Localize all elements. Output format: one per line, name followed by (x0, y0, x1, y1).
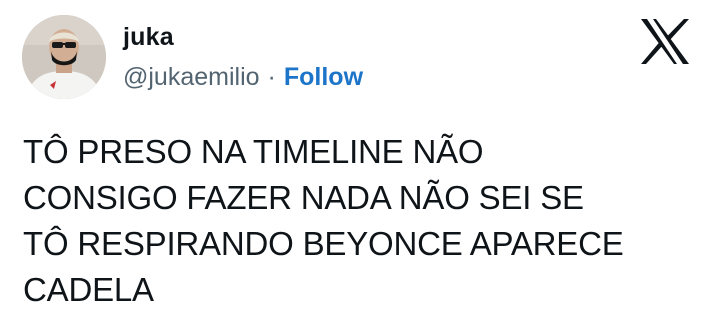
separator-dot: · (267, 63, 276, 91)
tweet-card: juka @jukaemilio · Follow TÔ PRESO NA TIME… (0, 0, 714, 333)
author-handle[interactable]: @jukaemilio (123, 63, 260, 91)
tweet-text: TÔ PRESO NA TIMELINE NÃO CONSIGO FAZER N… (23, 129, 693, 313)
tweet-text-line: CADELA (23, 271, 154, 308)
author-info: juka @jukaemilio · Follow (123, 22, 363, 92)
tweet-text-line: TÔ PRESO NA TIMELINE NÃO (23, 133, 484, 170)
user-avatar-photo (22, 15, 106, 99)
tweet-text-line: TÔ RESPIRANDO BEYONCE APARECE (23, 225, 624, 262)
avatar[interactable] (22, 15, 106, 99)
tweet-text-line: CONSIGO FAZER NADA NÃO SEI SE (23, 179, 584, 216)
x-logo-icon[interactable] (639, 18, 691, 65)
author-display-name[interactable]: juka (123, 22, 363, 52)
follow-button[interactable]: Follow (284, 63, 363, 91)
author-handle-row: @jukaemilio · Follow (123, 62, 363, 92)
